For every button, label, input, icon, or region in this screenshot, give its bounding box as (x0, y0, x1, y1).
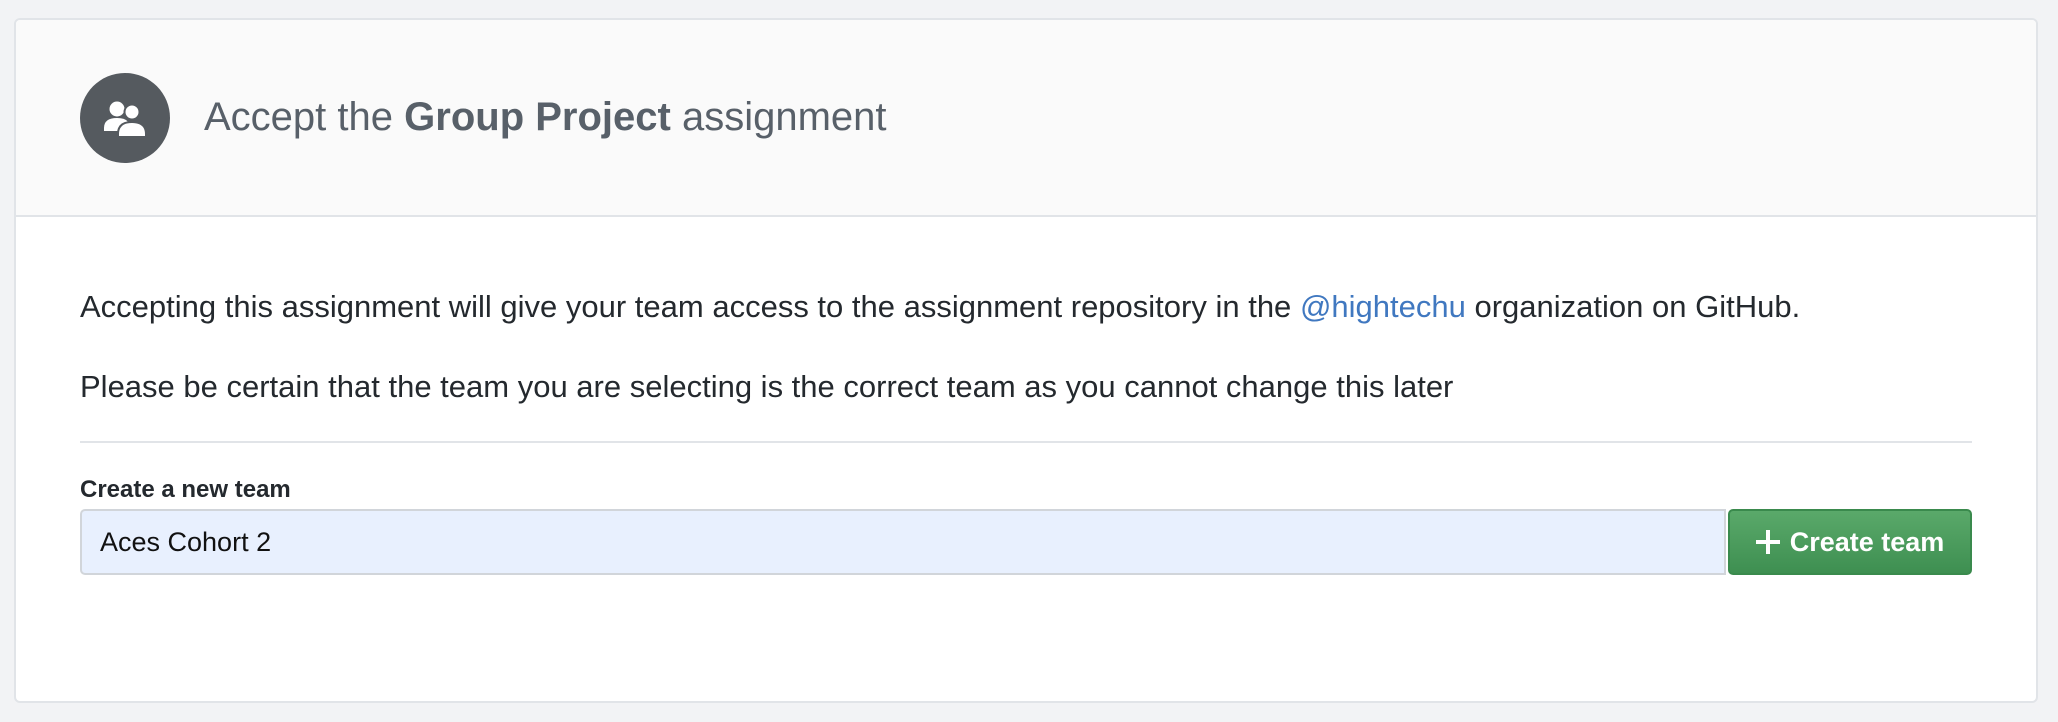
intro-before: Accepting this assignment will give your… (80, 289, 1292, 324)
team-name-input[interactable] (80, 509, 1726, 575)
assignment-card: Accept the Group Project assignment Acce… (14, 18, 2038, 703)
create-team-button-label: Create team (1789, 526, 1945, 557)
page-title: Accept the Group Project assignment (204, 95, 887, 140)
plus-icon (1755, 530, 1780, 554)
divider (80, 441, 1972, 443)
people-icon (104, 101, 147, 138)
assignment-name: Group Project (404, 95, 671, 139)
create-team-label: Create a new team (80, 476, 291, 503)
card-header: Accept the Group Project assignment (16, 20, 2036, 217)
team-avatar (80, 72, 170, 163)
organization-link[interactable]: @hightechu (1300, 289, 1466, 324)
title-prefix: Accept the (204, 95, 394, 139)
card-body: Accepting this assignment will give your… (16, 217, 2036, 575)
create-team-row: Create team (80, 509, 1972, 575)
intro-text: Accepting this assignment will give your… (80, 287, 1972, 327)
intro-after: organization on GitHub. (1474, 289, 1801, 324)
create-team-button[interactable]: Create team (1728, 509, 1972, 575)
title-suffix: assignment (681, 95, 887, 139)
warning-text: Please be certain that the team you are … (80, 369, 1454, 404)
